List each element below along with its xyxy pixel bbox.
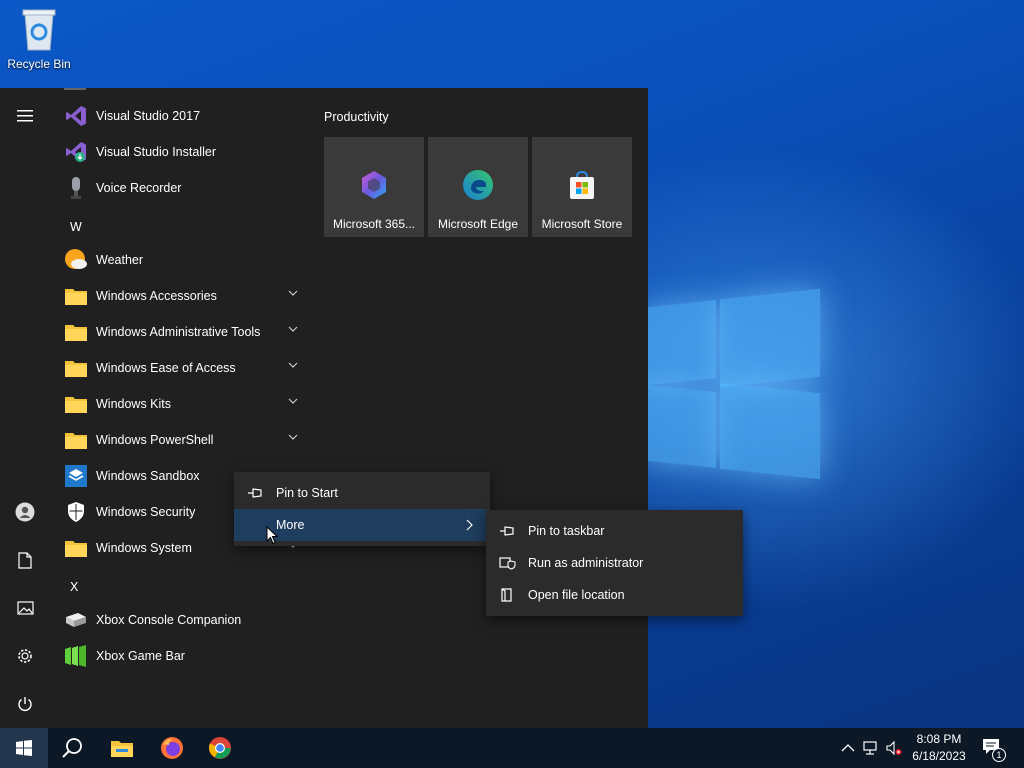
folder-icon bbox=[65, 397, 87, 413]
app-xbox-console-companion[interactable]: Xbox Console Companion bbox=[60, 602, 308, 638]
tile-microsoft-365[interactable]: Microsoft 365... bbox=[324, 137, 424, 237]
pin-to-taskbar-item[interactable]: Pin to taskbar bbox=[486, 515, 743, 547]
pictures-icon bbox=[16, 601, 34, 615]
windows-start-icon bbox=[16, 740, 32, 756]
network-icon[interactable] bbox=[862, 740, 878, 756]
microphone-icon bbox=[71, 177, 81, 199]
start-menu: Visual Studio 2017 Visual Studio Install… bbox=[0, 88, 648, 728]
expand-menu-button[interactable] bbox=[0, 96, 50, 136]
clock-date: 6/18/2023 bbox=[912, 749, 966, 763]
chevron-down-icon bbox=[288, 362, 298, 368]
tile-microsoft-edge[interactable]: Microsoft Edge bbox=[428, 137, 528, 237]
recycle-bin-icon bbox=[22, 9, 56, 51]
folder-windows-powershell[interactable]: Windows PowerShell bbox=[60, 422, 308, 458]
folder-icon bbox=[65, 289, 87, 305]
start-rail bbox=[0, 88, 50, 728]
chevron-down-icon bbox=[288, 326, 298, 332]
folder-windows-accessories[interactable]: Windows Accessories bbox=[60, 278, 308, 314]
pin-icon bbox=[248, 488, 262, 498]
folder-icon bbox=[65, 325, 87, 341]
search-button[interactable] bbox=[48, 728, 96, 768]
folder-windows-kits[interactable]: Windows Kits bbox=[60, 386, 308, 422]
action-center-button[interactable]: 1 bbox=[982, 738, 1006, 762]
xbox-game-bar-icon bbox=[65, 645, 86, 667]
pin-icon bbox=[500, 526, 514, 536]
settings-button[interactable] bbox=[0, 636, 50, 676]
weather-icon bbox=[65, 249, 87, 269]
chevron-right-icon bbox=[466, 519, 473, 531]
folder-icon bbox=[65, 433, 87, 449]
app-visual-studio-2017[interactable]: Visual Studio 2017 bbox=[60, 98, 308, 134]
section-letter-x[interactable]: X bbox=[70, 580, 78, 594]
microsoft-365-icon bbox=[362, 171, 386, 199]
start-button[interactable] bbox=[0, 728, 48, 768]
open-file-location-item[interactable]: Open file location bbox=[486, 579, 743, 611]
documents-icon bbox=[18, 551, 32, 569]
app-weather[interactable]: Weather bbox=[60, 242, 308, 278]
run-as-administrator-item[interactable]: Run as administrator bbox=[486, 547, 743, 579]
scroll-fade-edge bbox=[64, 88, 86, 90]
notification-count-badge: 1 bbox=[992, 748, 1006, 762]
hamburger-menu-icon bbox=[17, 110, 33, 122]
app-list: Visual Studio 2017 Visual Studio Install… bbox=[52, 88, 310, 728]
folder-icon bbox=[65, 541, 87, 557]
chrome-button[interactable] bbox=[196, 728, 244, 768]
admin-shield-icon bbox=[499, 557, 516, 570]
visual-studio-installer-icon bbox=[66, 142, 86, 162]
edge-icon bbox=[463, 170, 493, 200]
tiles-group-title[interactable]: Productivity bbox=[324, 110, 389, 124]
file-explorer-icon bbox=[111, 741, 133, 757]
xbox-console-icon bbox=[66, 613, 86, 627]
pin-to-start-item[interactable]: Pin to Start bbox=[234, 477, 490, 509]
user-account-button[interactable] bbox=[0, 492, 50, 532]
taskbar: 8:08 PM 6/18/2023 1 bbox=[0, 728, 1024, 768]
sandbox-icon bbox=[65, 465, 87, 487]
chevron-down-icon bbox=[288, 434, 298, 440]
folder-icon bbox=[65, 361, 87, 377]
firefox-icon bbox=[161, 737, 183, 759]
pictures-button[interactable] bbox=[0, 588, 50, 628]
system-clock[interactable]: 8:08 PM 6/18/2023 bbox=[902, 731, 976, 765]
store-icon bbox=[570, 170, 594, 199]
chevron-down-icon bbox=[288, 398, 298, 404]
section-letter-w[interactable]: W bbox=[70, 220, 82, 234]
shield-icon bbox=[68, 502, 84, 522]
visual-studio-icon bbox=[66, 106, 86, 126]
chrome-icon bbox=[209, 737, 231, 759]
documents-button[interactable] bbox=[0, 540, 50, 580]
power-button[interactable] bbox=[0, 684, 50, 724]
clock-time: 8:08 PM bbox=[916, 732, 962, 746]
folder-windows-administrative-tools[interactable]: Windows Administrative Tools bbox=[60, 314, 308, 350]
app-xbox-game-bar[interactable]: Xbox Game Bar bbox=[60, 638, 308, 674]
mouse-cursor-icon bbox=[266, 526, 278, 545]
windows-logo-wallpaper bbox=[620, 288, 820, 480]
search-icon bbox=[62, 738, 82, 758]
power-icon bbox=[18, 697, 32, 711]
app-visual-studio-installer[interactable]: Visual Studio Installer bbox=[60, 134, 308, 170]
chevron-down-icon bbox=[288, 290, 298, 296]
show-hidden-icons-chevron-up-icon[interactable] bbox=[840, 740, 856, 756]
file-location-icon bbox=[501, 588, 512, 602]
tile-microsoft-store[interactable]: Microsoft Store bbox=[532, 137, 632, 237]
firefox-button[interactable] bbox=[148, 728, 196, 768]
settings-icon bbox=[18, 649, 32, 663]
recycle-bin-label: Recycle Bin bbox=[7, 57, 71, 71]
volume-muted-icon[interactable] bbox=[886, 740, 902, 756]
recycle-bin[interactable]: Recycle Bin bbox=[4, 6, 74, 71]
more-submenu: Pin to taskbar Run as administrator Open… bbox=[486, 510, 743, 616]
folder-windows-ease-of-access[interactable]: Windows Ease of Access bbox=[60, 350, 308, 386]
user-icon bbox=[15, 502, 35, 522]
app-voice-recorder[interactable]: Voice Recorder bbox=[60, 170, 308, 206]
file-explorer-button[interactable] bbox=[98, 728, 146, 768]
